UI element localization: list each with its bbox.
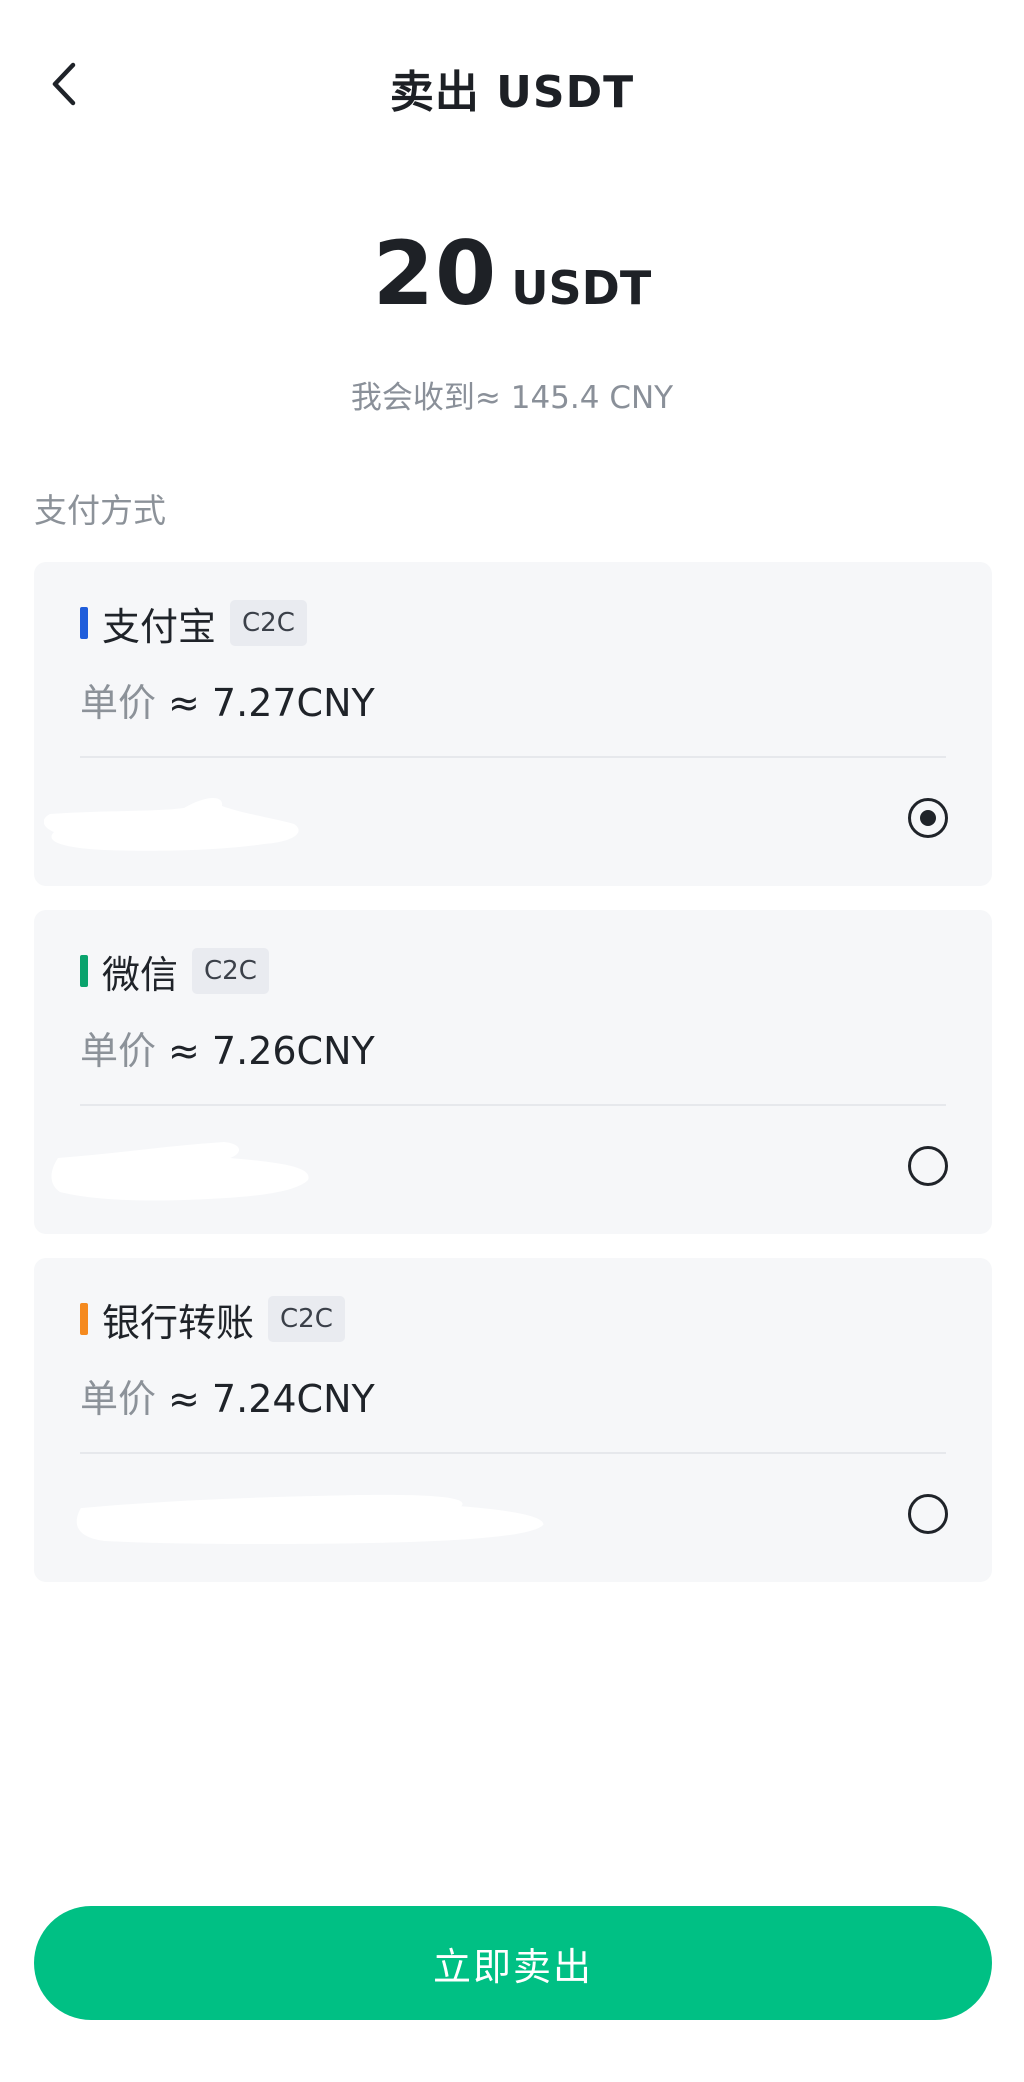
payment-method-bank-transfer[interactable]: 银行转账 C2C 单价 ≈ 7.24CNY	[34, 1258, 992, 1582]
redacted-account	[51, 1142, 309, 1201]
radio-unselected[interactable]	[908, 1494, 948, 1534]
payment-method-header: 支付宝 C2C	[80, 598, 307, 649]
amount-unit: USDT	[511, 261, 652, 315]
unit-price-value: ≈ 7.27CNY	[168, 681, 375, 725]
unit-price: 单价 ≈ 7.27CNY	[80, 672, 375, 727]
divider	[80, 1104, 946, 1106]
unit-price-label: 单价	[80, 1029, 157, 1073]
accent-bar	[80, 607, 88, 639]
unit-price: 单价 ≈ 7.26CNY	[80, 1020, 375, 1075]
c2c-tag: C2C	[268, 1296, 345, 1342]
divider	[80, 1452, 946, 1454]
unit-price-label: 单价	[80, 681, 157, 725]
amount-value: 20	[372, 222, 498, 325]
redacted-account	[76, 1494, 544, 1545]
payment-method-name: 银行转账	[102, 1300, 255, 1345]
accent-bar	[80, 1303, 88, 1335]
c2c-tag: C2C	[192, 948, 269, 994]
radio-unselected[interactable]	[908, 1146, 948, 1186]
receive-estimate: 我会收到≈ 145.4 CNY	[350, 380, 674, 416]
divider	[80, 756, 946, 758]
payment-method-header: 银行转账 C2C	[80, 1294, 345, 1345]
unit-price-value: ≈ 7.24CNY	[168, 1377, 375, 1421]
header: 卖出 USDT	[0, 0, 1024, 170]
radio-selected[interactable]	[908, 798, 948, 838]
accent-bar	[80, 955, 88, 987]
radio-dot	[920, 810, 936, 826]
payment-method-name: 微信	[102, 952, 179, 997]
redacted-account	[44, 798, 299, 851]
sell-now-button[interactable]: 立即卖出	[34, 1906, 992, 2020]
payment-section-label: 支付方式	[34, 491, 166, 530]
c2c-tag: C2C	[230, 600, 307, 646]
unit-price: 单价 ≈ 7.24CNY	[80, 1368, 375, 1423]
page-title: 卖出 USDT	[389, 67, 635, 118]
payment-method-name: 支付宝	[102, 604, 217, 649]
amount-display: 20 USDT	[0, 222, 1024, 332]
unit-price-value: ≈ 7.26CNY	[168, 1029, 375, 1073]
unit-price-label: 单价	[80, 1377, 157, 1421]
payment-method-wechat[interactable]: 微信 C2C 单价 ≈ 7.26CNY	[34, 910, 992, 1234]
payment-method-alipay[interactable]: 支付宝 C2C 单价 ≈ 7.27CNY	[34, 562, 992, 886]
payment-method-header: 微信 C2C	[80, 946, 269, 997]
